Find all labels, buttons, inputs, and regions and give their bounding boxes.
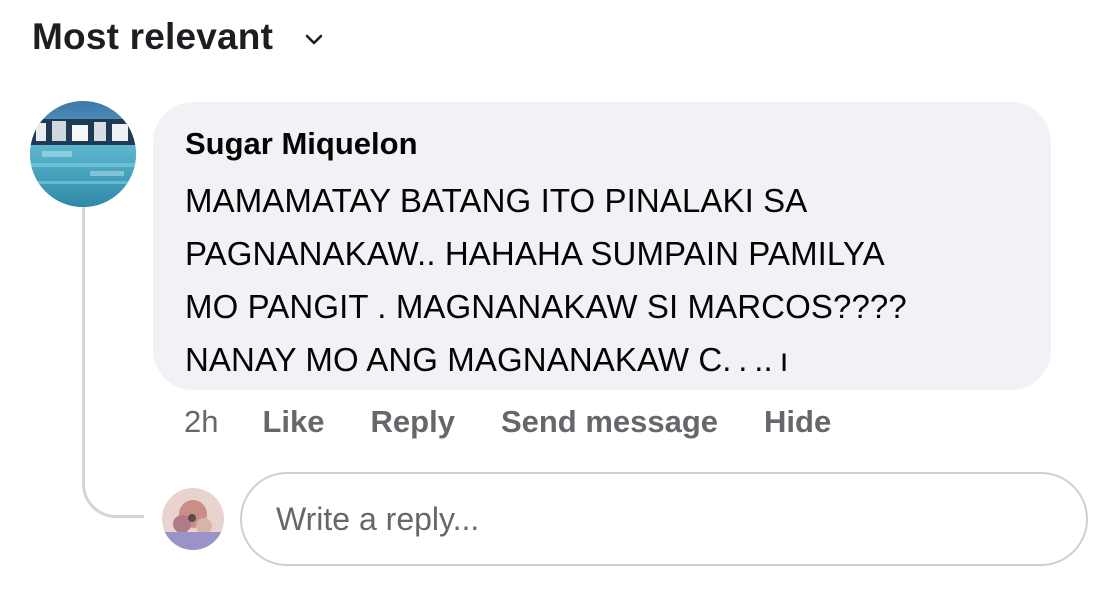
- comment-timestamp[interactable]: 2h: [184, 404, 218, 440]
- avatar-image: [30, 101, 136, 207]
- current-user-avatar[interactable]: [162, 488, 224, 550]
- like-button[interactable]: Like: [262, 404, 324, 440]
- comment-text: MAMAMATAY BATANG ITO PINALAKI SA PAGNANA…: [185, 182, 907, 378]
- sort-label: Most relevant: [32, 16, 274, 57]
- comment-author[interactable]: Sugar Miquelon: [185, 124, 1023, 164]
- avatar-image: [162, 488, 224, 550]
- comments-section: Most relevant Sugar Miquelon MAMAMATAY B…: [0, 0, 1120, 606]
- reply-composer[interactable]: [240, 472, 1088, 566]
- hide-button[interactable]: Hide: [764, 404, 831, 440]
- comment-bubble: Sugar Miquelon MAMAMATAY BATANG ITO PINA…: [153, 102, 1051, 390]
- thread-connector-line: [82, 206, 144, 518]
- sort-dropdown[interactable]: Most relevant: [32, 16, 325, 58]
- send-message-button[interactable]: Send message: [501, 404, 718, 440]
- chevron-down-icon: [305, 34, 323, 45]
- reply-input[interactable]: [274, 499, 1086, 539]
- comment-actions: 2h Like Reply Send message Hide: [184, 404, 877, 440]
- reply-button[interactable]: Reply: [371, 404, 455, 440]
- commenter-avatar[interactable]: [30, 101, 136, 207]
